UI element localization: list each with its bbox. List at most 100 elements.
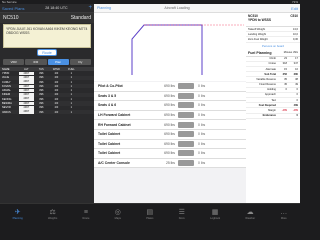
waypoint-cell: 396: [39, 97, 44, 101]
tab-label: Logbook: [210, 217, 221, 220]
logbook-icon: ▦: [211, 209, 219, 216]
waypoint-cell: 396: [39, 76, 44, 80]
weight-value: 13,6: [292, 27, 298, 31]
col-minutes: Minutes: [283, 51, 293, 55]
weight-stepper[interactable]: [178, 121, 194, 128]
waypoint-cell: 1: [70, 106, 73, 110]
load-station-row[interactable]: Toilet Cabinet 690 lbs 0 lbs: [94, 139, 246, 150]
weight-stepper[interactable]: [178, 131, 194, 138]
waypoint-cell: 396: [39, 106, 44, 110]
tab-weights[interactable]: ⚖ Weights: [48, 209, 57, 220]
waypoint-row[interactable]: VARUS 4997 396 2/0 1: [0, 109, 94, 115]
station-weight: 0 lbs: [198, 132, 206, 137]
planning-back-button[interactable]: Planning: [97, 6, 111, 10]
station-weight: 0 lbs: [198, 113, 206, 118]
flight-mode[interactable]: Standard: [71, 15, 91, 21]
waypoint-cell: 2/0: [54, 80, 59, 84]
weight-value: 10,0: [292, 32, 298, 36]
load-station-row[interactable]: LH Forward Cabinet 690 lbs 0 lbs: [94, 110, 246, 121]
tab-label: Weights: [47, 217, 58, 220]
waypoint-cell: 2/0: [54, 71, 59, 75]
mode-fly[interactable]: Fly: [69, 59, 91, 65]
aircraft-type: C510: [290, 14, 298, 18]
weight-stepper[interactable]: [178, 140, 194, 147]
waypoint-cell: 1: [70, 71, 73, 75]
tab-weather[interactable]: ☁ Weather: [245, 209, 255, 220]
route-text-field[interactable]: YPDN JULIE J61 KOVAN A464 KIKEM KEONG M7…: [3, 24, 91, 48]
waypoint-cell: 4997: [18, 101, 34, 106]
waypoint-name: JULIE: [2, 76, 10, 80]
waypoint-cell: 396: [39, 84, 44, 88]
waypoint-name: BESIMA: [2, 102, 12, 106]
tab-plates[interactable]: ▤ Plates: [146, 209, 153, 220]
tab-route[interactable]: ≡ Route: [82, 209, 89, 220]
tab-logbook[interactable]: ▦ Logbook: [210, 209, 220, 220]
station-name: Toilet Cabinet: [98, 141, 121, 146]
weights-list: Takeoff Weight 13,6 Landing Weight 10,0 Zero…: [246, 27, 300, 43]
mode-vfr[interactable]: VFR: [3, 59, 25, 65]
waypoint-cell: 1: [70, 110, 73, 114]
tab-bar: ✈ Planning ⚖ Weights ≡ Route ◎ Maps ▤ Plates ☰ Docs…: [0, 203, 300, 225]
waypoint-table: NAME ALT TAS WIND FUEL YPDN 4997 396 2/0 1 JU…: [0, 67, 94, 197]
tab-maps[interactable]: ◎ Maps: [115, 209, 121, 220]
waypoint-cell: 2/0: [54, 84, 59, 88]
tab-planning[interactable]: ✈ Planning: [13, 209, 23, 220]
mode-plan[interactable]: Plan: [47, 59, 69, 65]
fuel-label: Fixed Reserve: [259, 83, 276, 87]
station-name: Toilet Cabinet: [98, 151, 121, 156]
fuel-label: Margin: [268, 109, 276, 113]
edit-button[interactable]: Edit: [291, 6, 298, 11]
station-name: LH Forward Cabinet: [98, 113, 131, 118]
persons-on-board-link[interactable]: Persons on board: [246, 43, 300, 50]
waypoint-cell: 2/0: [54, 102, 59, 106]
waypoint-cell: 396: [39, 102, 44, 106]
route-summary: YPDN to WSSS: [248, 18, 272, 23]
route-button[interactable]: Route: [37, 49, 57, 56]
waypoint-cell: 1: [70, 93, 73, 97]
tab-more[interactable]: … More: [280, 209, 287, 220]
fuel-usg: 38: [295, 77, 298, 81]
load-station-row[interactable]: Toilet Cabinet 690 lbs 0 lbs: [94, 149, 246, 159]
fuel-usg: 0: [296, 93, 298, 97]
fuel-minutes: -489: [281, 109, 287, 113]
mode-segmented-control: VFR IFR Plan Fly: [0, 57, 94, 67]
add-button[interactable]: +: [88, 5, 92, 11]
weight-stepper[interactable]: [178, 150, 194, 157]
weight-stepper[interactable]: [178, 112, 194, 119]
weight-stepper[interactable]: [178, 92, 194, 99]
weight-stepper[interactable]: [178, 83, 194, 90]
station-weight: 0 lbs: [198, 141, 206, 146]
load-station-row[interactable]: Seats 4 & 6 690 lbs 0 lbs: [94, 101, 246, 111]
weight-label: Landing Weight: [248, 32, 266, 36]
waypoint-cell: 1: [70, 89, 73, 93]
station-max: 690 lbs: [164, 132, 175, 137]
waypoint-cell: 2/0: [54, 76, 59, 80]
col-fuel: FUEL: [68, 67, 75, 71]
weights-icon: ⚖: [49, 209, 56, 216]
fuel-usg: 0: [296, 88, 298, 92]
back-button[interactable]: Saved Plans: [2, 6, 24, 11]
plates-icon: ▤: [146, 209, 154, 216]
station-weight: 0 lbs: [198, 122, 206, 127]
tab-label: Weather: [245, 217, 256, 220]
load-station-row[interactable]: A/C Center Console 25 lbs 0 lbs: [94, 158, 246, 169]
fuel-label: Approach: [264, 93, 276, 97]
flight-id: NC510: [3, 15, 19, 21]
waypoint-name: KOVAN: [2, 84, 11, 88]
load-station-row[interactable]: Toilet Cabinet 690 lbs 0 lbs: [94, 129, 246, 140]
tab-docs[interactable]: ☰ Docs: [179, 209, 185, 220]
load-station-row[interactable]: Seats 3 & 5 690 lbs 0 lbs: [94, 91, 246, 102]
weight-stepper[interactable]: [178, 102, 194, 109]
waypoint-cell: 4997: [18, 75, 34, 80]
more-icon: …: [280, 209, 288, 216]
fuel-label: Variable Reserve: [256, 77, 276, 81]
mode-ifr[interactable]: IFR: [25, 59, 47, 65]
load-station-row[interactable]: Pilot & Co-Pilot 690 lbs 0 lbs: [94, 82, 246, 92]
load-station-row[interactable]: RH Forward Cabinet 690 lbs 0 lbs: [94, 120, 246, 130]
fuel-label: Sub Total: [264, 72, 276, 76]
station-max: 25 lbs: [165, 161, 175, 166]
station-max: 690 lbs: [164, 103, 175, 108]
waypoint-name: YPDN: [2, 71, 10, 75]
fuel-usg: 0: [296, 98, 298, 102]
weight-stepper[interactable]: [178, 160, 194, 167]
